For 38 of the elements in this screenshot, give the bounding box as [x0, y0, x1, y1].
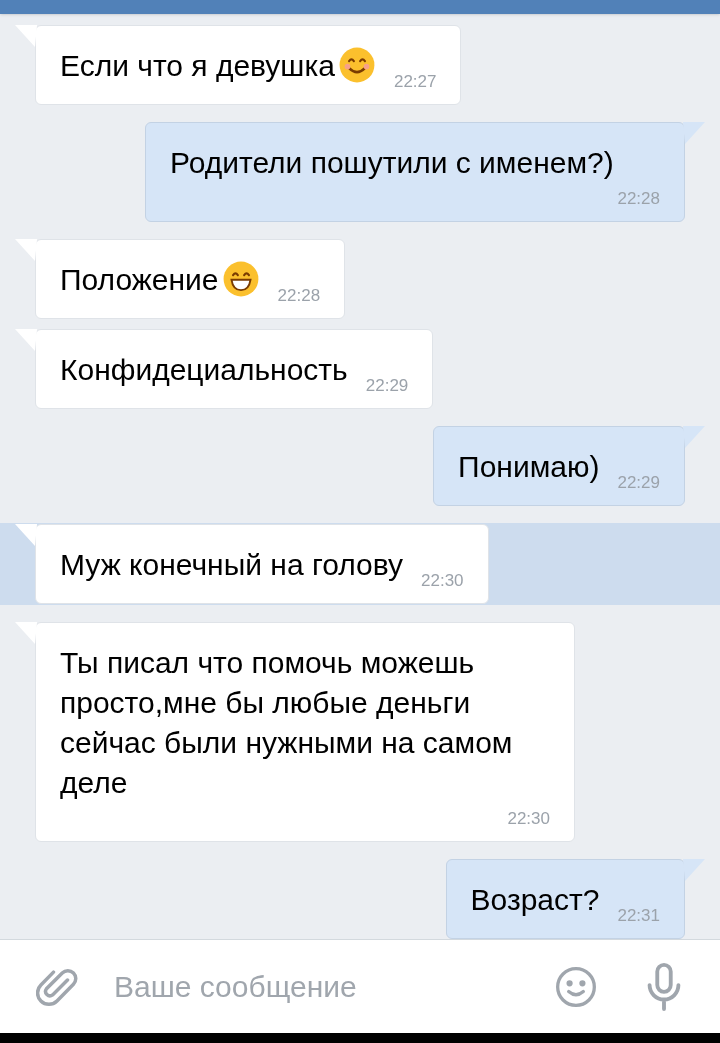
message-time: 22:29: [365, 376, 409, 396]
message-time: 22:30: [507, 809, 550, 829]
message-text: Положение: [60, 260, 260, 300]
message-time: 22:28: [277, 286, 321, 306]
bubble-tail: [15, 622, 37, 646]
highlighted-row[interactable]: Муж конечный на голову 22:30: [0, 523, 720, 605]
message-bubble[interactable]: Конфидециальность 22:29: [35, 329, 434, 409]
bubble-tail: [683, 122, 705, 146]
message-field[interactable]: Ваше сообщение: [0, 939, 720, 1033]
emoji-icon[interactable]: [554, 964, 598, 1009]
message-bubble[interactable]: Если что я девушка 22:27: [35, 25, 462, 105]
message-text: Родители пошутили с именем?): [170, 145, 614, 181]
bubble-tail: [683, 859, 705, 883]
grinning-face-icon: [221, 260, 260, 299]
message-bubble[interactable]: Муж конечный на голову 22:30: [35, 524, 489, 604]
message-time: 22:31: [617, 906, 660, 926]
message-time: 22:30: [421, 571, 464, 591]
bubble-tail: [683, 426, 705, 450]
message-text: Муж конечный на голову: [60, 547, 404, 583]
message-text: Возраст?: [470, 882, 600, 918]
message-bubble[interactable]: Родители пошутили с именем?) 22:28: [145, 122, 685, 222]
message-bubble[interactable]: Ты писал что помочь можешь просто,мне бы любые деньги сейчас были нужными на самом деле 22:30: [35, 622, 575, 842]
message-input[interactable]: Ваше сообщение: [114, 964, 546, 1009]
bubble-tail: [15, 524, 37, 548]
bubble-tail: [15, 329, 37, 353]
message-text: Конфидециальность: [60, 352, 348, 388]
message-text: Понимаю): [458, 449, 600, 485]
message-bubble[interactable]: Положение 22:28: [35, 239, 346, 319]
message-time: 22:28: [617, 189, 660, 209]
message-text: Ты писал что помочь можешь просто,мне бы любые деньги сейчас были нужными на самом деле: [60, 645, 514, 801]
message-text: Если что я девушка: [60, 46, 376, 86]
bubble-tail: [15, 25, 37, 49]
message-time: 22:29: [617, 473, 660, 493]
message-time: 22:27: [393, 72, 437, 92]
message-bubble[interactable]: Понимаю) 22:29: [433, 426, 685, 506]
message-bubble[interactable]: Возраст? 22:31: [445, 859, 685, 939]
bubble-tail: [15, 239, 37, 263]
smiling-face-icon: [337, 46, 376, 85]
